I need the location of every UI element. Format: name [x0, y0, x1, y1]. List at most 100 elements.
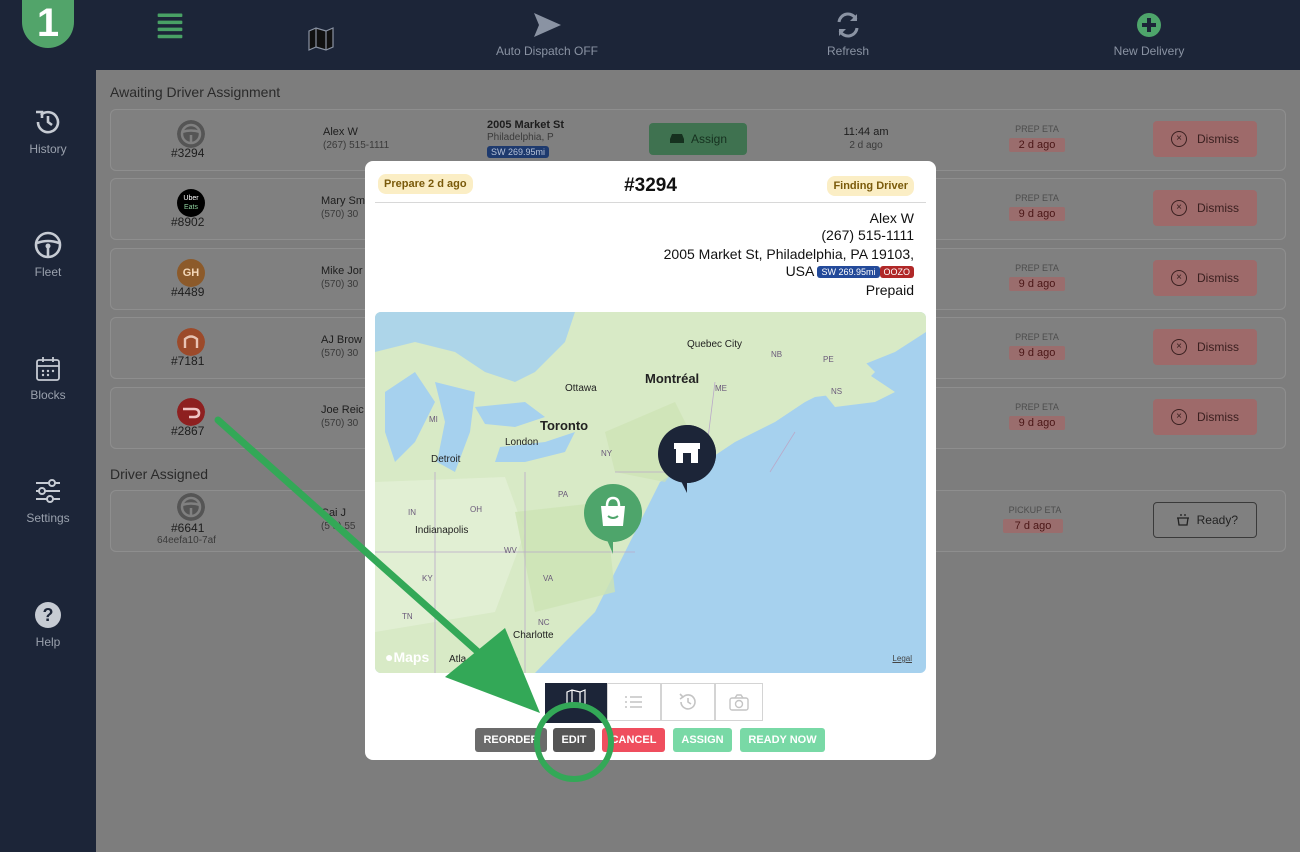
assign-button[interactable]: Assign [649, 123, 747, 155]
auto-dispatch-toggle[interactable]: Auto Dispatch OFF [492, 10, 602, 58]
storefront-icon [177, 328, 205, 356]
sidebar: History Fleet Blocks Settings ? Help [0, 70, 96, 852]
map-view-button[interactable] [306, 10, 336, 58]
ready-button[interactable]: Ready? [1153, 502, 1257, 538]
calendar-icon [36, 357, 60, 381]
close-circle-icon: × [1171, 131, 1187, 147]
tab-photos[interactable] [715, 683, 763, 721]
map-label: Montréal [645, 371, 700, 386]
assign-driver-button[interactable]: ASSIGN [673, 728, 732, 752]
cancel-button[interactable]: CANCEL [602, 728, 665, 752]
driver-name: Cai J [321, 507, 347, 519]
refresh-button[interactable]: Refresh [818, 10, 878, 58]
refresh-icon [837, 12, 859, 38]
dismiss-button[interactable]: × Dismiss [1153, 121, 1257, 157]
divider [375, 202, 926, 203]
eta-label: PREP ETA [1015, 332, 1059, 342]
eta-value: 9 d ago [1009, 207, 1065, 221]
top-bar: 1 Auto Dispatch OFF Refresh New Delivery [0, 0, 1300, 70]
payment-status: Prepaid [865, 282, 914, 298]
customer-phone: (570) 30 [321, 348, 359, 359]
maps-attribution: ●Maps [385, 649, 430, 665]
customer-name: Mike Jor [321, 265, 363, 277]
send-icon [534, 13, 561, 37]
state-label: PA [558, 490, 569, 499]
customer-name: Alex W [869, 210, 914, 226]
eta-value: 2 d ago [1009, 138, 1065, 152]
state-label: TN [402, 612, 413, 621]
dismiss-button[interactable]: × Dismiss [1153, 260, 1257, 296]
order-number: #2867 [171, 424, 205, 438]
distance-tag: SW 269.95mi [817, 266, 880, 278]
list-icon [625, 696, 642, 708]
order-time-ago: 2 d ago [849, 140, 883, 151]
eta-label: PREP ETA [1015, 263, 1059, 273]
steering-wheel-icon [177, 493, 205, 521]
history-icon [36, 110, 60, 134]
delivery-map[interactable]: Quebec City Montréal Ottawa Toronto Lond… [375, 312, 926, 673]
close-circle-icon: × [1171, 409, 1187, 425]
delivery-address: 2005 Market St [487, 119, 565, 131]
map-label: London [505, 437, 539, 448]
customer-name: Joe Reic [321, 404, 364, 416]
customer-name: AJ Brow [321, 334, 362, 346]
state-label: NS [831, 387, 843, 396]
plus-circle-icon [1137, 13, 1161, 37]
app-logo[interactable]: 1 [22, 0, 74, 48]
legal-link[interactable]: Legal [892, 654, 912, 663]
sidebar-item-fleet[interactable]: Fleet [0, 229, 96, 279]
driver-status-pill: Finding Driver [827, 176, 914, 196]
order-number: #7181 [171, 354, 205, 368]
state-label: VA [543, 574, 554, 583]
steering-wheel-icon [177, 120, 205, 148]
eta-label: PICKUP ETA [1008, 505, 1062, 515]
order-number: #3294 [171, 146, 205, 160]
tab-history[interactable] [661, 683, 715, 721]
state-label: IN [408, 508, 416, 517]
close-circle-icon: × [1171, 339, 1187, 355]
tab-map[interactable] [545, 683, 607, 723]
state-label: MI [429, 415, 438, 424]
store-pin-icon [658, 425, 716, 493]
eta-value: 9 d ago [1009, 346, 1065, 360]
sliders-icon [36, 479, 60, 503]
state-label: KY [422, 574, 433, 583]
steering-wheel-icon [34, 231, 62, 259]
order-detail-modal: Prepare 2 d ago #3294 Finding Driver Ale… [365, 161, 936, 760]
list-icon [157, 13, 183, 39]
customer-phone[interactable]: (267) 515-1111 [821, 227, 914, 243]
close-circle-icon: × [1171, 200, 1187, 216]
ready-now-button[interactable]: READY NOW [740, 728, 825, 752]
sidebar-item-blocks[interactable]: Blocks [0, 354, 96, 402]
close-circle-icon: × [1171, 270, 1187, 286]
map-label: Ottawa [565, 383, 597, 394]
map-icon [308, 27, 334, 51]
order-time: 11:44 am [843, 126, 889, 138]
list-view-button[interactable] [154, 10, 186, 44]
edit-button[interactable]: EDIT [553, 728, 595, 752]
state-label: NY [601, 449, 613, 458]
customer-phone: (570) 30 [321, 209, 359, 220]
tab-details[interactable] [607, 683, 661, 721]
dismiss-button[interactable]: × Dismiss [1153, 190, 1257, 226]
sidebar-item-help[interactable]: ? Help [0, 599, 96, 649]
svg-text:?: ? [43, 605, 54, 625]
state-label: NC [538, 618, 550, 627]
section-title-awaiting: Awaiting Driver Assignment [110, 84, 281, 100]
reorder-button[interactable]: REORDER [475, 728, 547, 752]
customer-name: Alex W [323, 126, 358, 138]
eta-label: PREP ETA [1015, 193, 1059, 203]
order-number: #4489 [171, 285, 205, 299]
state-label: WV [504, 546, 517, 555]
sidebar-item-settings[interactable]: Settings [0, 475, 96, 525]
state-label: NB [771, 350, 783, 359]
new-delivery-button[interactable]: New Delivery [1108, 10, 1190, 58]
dismiss-button[interactable]: × Dismiss [1153, 399, 1257, 435]
eta-label: PREP ETA [1015, 402, 1059, 412]
map-icon [566, 689, 586, 707]
map-label: Indianapolis [415, 525, 469, 536]
sidebar-item-history[interactable]: History [0, 106, 96, 156]
dismiss-button[interactable]: × Dismiss [1153, 329, 1257, 365]
customer-name: Mary Sm [321, 195, 365, 207]
delivery-city: Philadelphia, P [487, 132, 554, 143]
